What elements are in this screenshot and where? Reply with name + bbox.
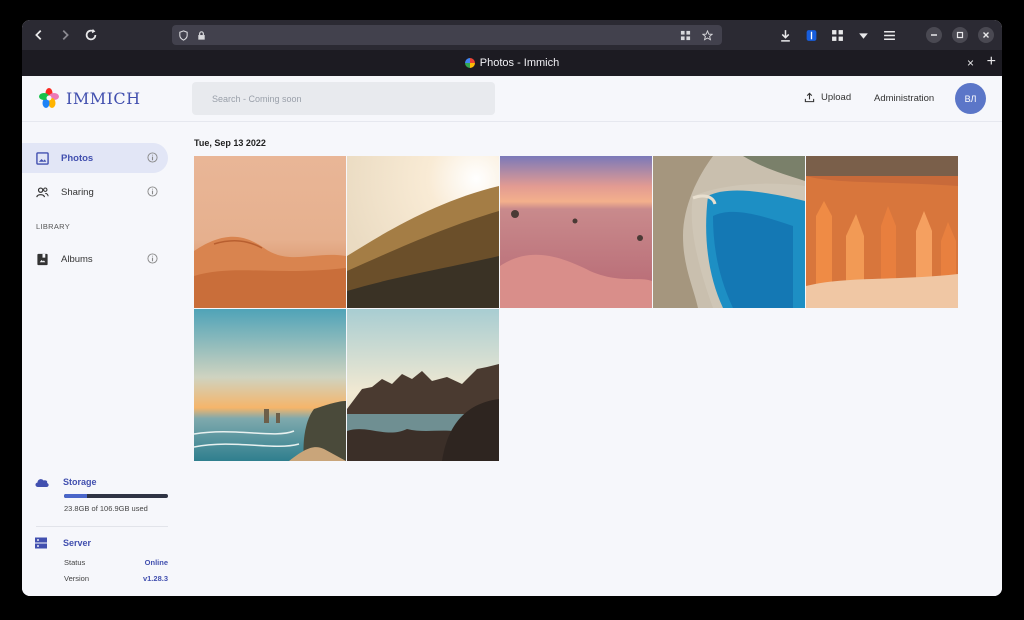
- photo-timeline: Tue, Sep 13 2022: [194, 122, 994, 592]
- server-status-row: Status Online: [64, 558, 168, 568]
- upload-label: Upload: [821, 92, 852, 103]
- people-icon: [36, 186, 49, 197]
- sidebar-item-photos[interactable]: Photos: [22, 143, 168, 173]
- photo-thumbnail-rocky-coast-sunset[interactable]: [347, 309, 499, 461]
- library-section-heading: LIBRARY: [36, 222, 71, 231]
- server-version-label: Version: [64, 574, 90, 583]
- server-status-label: Status: [64, 558, 86, 567]
- reload-icon[interactable]: [78, 20, 104, 50]
- photo-thumbnail-navagio-cove[interactable]: [653, 156, 805, 308]
- tab-bar: Photos - Immich × +: [22, 50, 1002, 76]
- download-icon[interactable]: [774, 24, 796, 46]
- storage-title: Storage: [63, 477, 97, 487]
- maximize-icon[interactable]: [952, 27, 968, 43]
- server-version-value: v1.28.3: [142, 574, 168, 583]
- info-icon[interactable]: [147, 186, 158, 197]
- photo-thumbnail-pink-desert-sunset[interactable]: [500, 156, 652, 308]
- server-icon: [35, 537, 47, 549]
- server-panel: Server Status Online Version v1.28.3: [34, 536, 168, 584]
- info-icon[interactable]: [147, 253, 158, 264]
- bookmark-star-icon[interactable]: [696, 25, 718, 45]
- info-icon[interactable]: [147, 152, 158, 163]
- photo-thumbnail-bryce-canyon-hoodoos[interactable]: [806, 156, 958, 308]
- server-status-value: Online: [144, 558, 168, 567]
- address-bar[interactable]: [172, 25, 722, 45]
- sidebar: Photos Sharing LIBRARY Albums Storage 23…: [22, 122, 182, 596]
- server-version-row: Version v1.28.3: [64, 574, 168, 584]
- bitwarden-extension-icon[interactable]: [800, 24, 822, 46]
- back-icon[interactable]: [26, 20, 52, 50]
- user-avatar[interactable]: ВЛ: [955, 83, 986, 114]
- administration-link[interactable]: Administration: [874, 93, 934, 104]
- tab-close-icon[interactable]: ×: [967, 56, 974, 70]
- new-tab-icon[interactable]: +: [987, 53, 996, 71]
- browser-window: Photos - Immich × + IMMICH Upload: [22, 20, 1002, 596]
- server-title: Server: [63, 538, 92, 548]
- logo[interactable]: IMMICH: [38, 87, 141, 109]
- hamburger-menu-icon[interactable]: [878, 24, 900, 46]
- photo-icon: [36, 151, 49, 165]
- search-input[interactable]: [192, 82, 495, 115]
- upload-icon: [804, 92, 815, 103]
- extensions-grid-icon[interactable]: [674, 25, 696, 45]
- chrome-favicon-icon: [464, 58, 475, 68]
- forward-icon[interactable]: [52, 20, 78, 50]
- storage-panel: Storage 23.8GB of 106.9GB used: [34, 476, 168, 513]
- cloud-icon: [35, 479, 49, 487]
- sidebar-item-label: Photos: [61, 152, 94, 164]
- shield-icon[interactable]: [172, 25, 194, 45]
- immich-app: IMMICH Upload Administration ВЛ Photos S…: [22, 76, 1002, 596]
- storage-used-text: 23.8GB of 106.9GB used: [64, 504, 148, 513]
- date-group-heading: Tue, Sep 13 2022: [194, 138, 266, 148]
- album-icon: [37, 253, 48, 265]
- photo-thumbnail-desert-dunes[interactable]: [194, 156, 346, 308]
- photo-thumbnail-golden-grass-hillside[interactable]: [347, 156, 499, 308]
- upload-button[interactable]: Upload: [804, 92, 851, 103]
- sidebar-item-sharing[interactable]: Sharing: [22, 177, 168, 207]
- storage-progress-bar: [64, 494, 168, 498]
- browser-toolbar: [22, 20, 1002, 50]
- storage-progress-fill: [64, 494, 88, 498]
- immich-logo-icon: [39, 88, 59, 108]
- logo-text: IMMICH: [66, 88, 141, 108]
- sidebar-item-label: Albums: [61, 253, 93, 265]
- photo-thumbnail-twelve-apostles-sunset[interactable]: [194, 309, 346, 461]
- tab-title[interactable]: Photos - Immich: [480, 57, 559, 69]
- extensions-icon[interactable]: [826, 24, 848, 46]
- minimize-icon[interactable]: [926, 27, 942, 43]
- lock-icon[interactable]: [194, 25, 208, 45]
- close-window-icon[interactable]: [978, 27, 994, 43]
- divider: [36, 526, 168, 527]
- sidebar-item-albums[interactable]: Albums: [22, 244, 168, 274]
- sidebar-item-label: Sharing: [61, 186, 94, 198]
- app-header: IMMICH Upload Administration ВЛ: [22, 76, 1002, 122]
- chevron-down-icon[interactable]: [852, 24, 874, 46]
